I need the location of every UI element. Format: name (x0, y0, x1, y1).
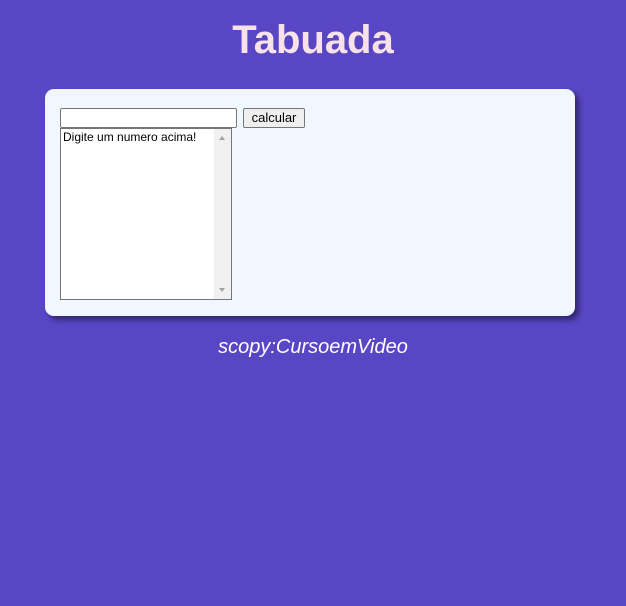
scroll-up-icon[interactable] (219, 136, 225, 140)
calculate-button[interactable]: calcular (243, 108, 305, 128)
number-input[interactable] (60, 108, 237, 128)
page-title: Tabuada (232, 18, 394, 62)
result-option[interactable]: Digite um numero acima! (63, 130, 196, 144)
footer-credit: scopy:CursoemVideo (218, 336, 408, 358)
result-listbox[interactable]: Digite um numero acima! (60, 128, 232, 300)
scroll-down-icon[interactable] (219, 288, 225, 292)
result-scrollbar[interactable] (214, 129, 231, 299)
tabuada-panel: calcular Digite um numero acima! (45, 89, 575, 316)
